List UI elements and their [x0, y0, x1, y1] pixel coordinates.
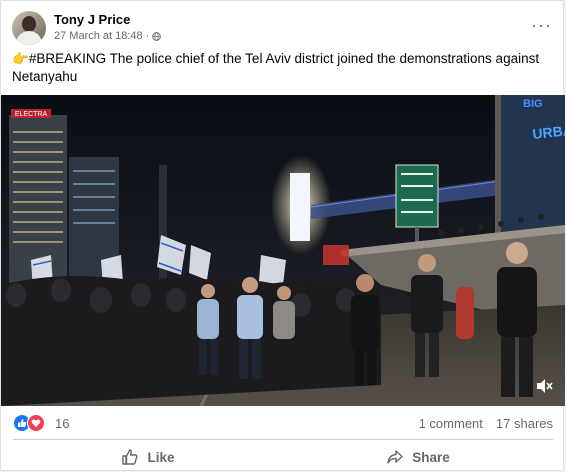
- share-count[interactable]: 17 shares: [496, 416, 553, 431]
- engagement-counts: 1 comment 17 shares: [419, 416, 553, 431]
- post-stats: 16 1 comment 17 shares: [13, 413, 553, 433]
- pointing-hand-icon: 👉: [12, 51, 29, 66]
- divider: [13, 439, 553, 440]
- reactions-summary[interactable]: 16: [13, 414, 69, 432]
- comment-count[interactable]: 1 comment: [419, 416, 483, 431]
- author-name[interactable]: Tony J Price: [54, 12, 130, 27]
- post-body: #BREAKING The police chief of the Tel Av…: [12, 51, 540, 84]
- sign-big: BIG: [523, 98, 543, 110]
- mute-icon[interactable]: [535, 378, 553, 394]
- globe-icon: [152, 31, 162, 41]
- thumbs-up-icon: [122, 449, 138, 465]
- post-card: Tony J Price 27 March at 18:48 · ··· 👉#B…: [0, 0, 565, 472]
- meta-separator: ·: [145, 30, 150, 42]
- video-frame: ELECTRA BIG URBAN: [1, 95, 565, 406]
- like-label: Like: [147, 449, 175, 465]
- love-reaction-icon: [27, 414, 45, 432]
- post-header: Tony J Price 27 March at 18:48 · ···: [12, 11, 552, 47]
- video-player[interactable]: ELECTRA BIG URBAN: [1, 95, 565, 406]
- post-text: 👉#BREAKING The police chief of the Tel A…: [12, 50, 552, 86]
- share-arrow-icon: [387, 450, 403, 464]
- sign-electra: ELECTRA: [15, 111, 48, 118]
- timestamp[interactable]: 27 March at 18:48: [54, 30, 143, 42]
- reaction-count: 16: [55, 415, 70, 431]
- share-button[interactable]: Share: [283, 442, 553, 472]
- post-meta: 27 March at 18:48 ·: [54, 30, 162, 42]
- like-button[interactable]: Like: [13, 442, 283, 472]
- more-options-icon[interactable]: ···: [531, 15, 552, 36]
- action-bar: Like Share: [13, 442, 553, 472]
- avatar[interactable]: [12, 11, 46, 45]
- share-label: Share: [412, 449, 450, 465]
